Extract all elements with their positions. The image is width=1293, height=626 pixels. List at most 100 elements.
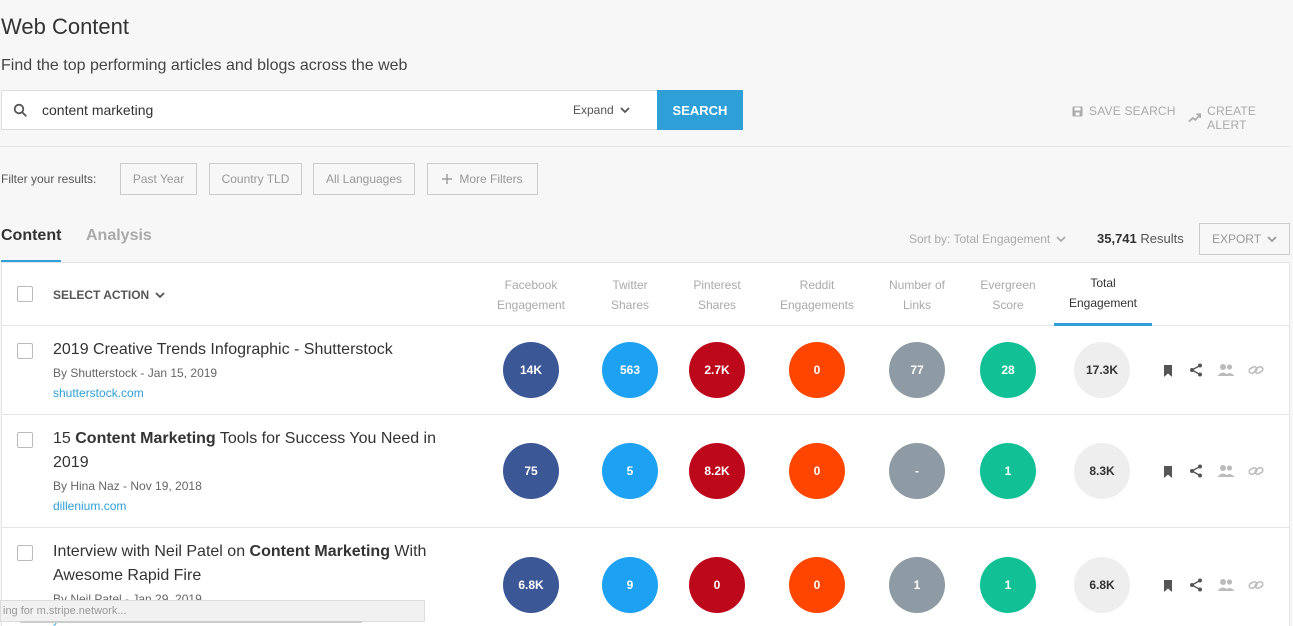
title-part: Interview with Neil Patel on <box>53 543 250 560</box>
title-keyword: Content Marketing <box>249 543 390 560</box>
share-icon[interactable] <box>1189 363 1203 377</box>
twitter-shares-value: 5 <box>602 443 658 499</box>
expand-label: Expand <box>573 103 614 117</box>
article-title-link[interactable]: 15 Content Marketing Tools for Success Y… <box>53 427 473 475</box>
chevron-down-icon <box>155 291 165 298</box>
row-checkbox[interactable] <box>17 343 33 359</box>
bookmark-icon[interactable] <box>1161 579 1175 593</box>
sort-dropdown[interactable]: Sort by: Total Engagement <box>909 232 1066 246</box>
title-part: 2019 Creative Trends Infographic - Shutt… <box>53 341 393 358</box>
number-of-links-value: - <box>889 443 945 499</box>
select-action-dropdown[interactable]: SELECT ACTION <box>53 288 165 302</box>
col-line: Twitter <box>612 278 648 292</box>
save-search-button[interactable]: SAVE SEARCH <box>1072 104 1176 118</box>
plus-icon <box>442 174 453 184</box>
col-line: Engagement <box>1068 296 1138 310</box>
col-number-of-links[interactable]: Number of Links <box>867 275 967 315</box>
evergreen-score-value: 1 <box>980 443 1036 499</box>
col-line: Score <box>992 298 1024 312</box>
facebook-engagement-value: 75 <box>503 443 559 499</box>
people-icon[interactable] <box>1217 464 1235 478</box>
page-title: Web Content <box>1 14 130 39</box>
evergreen-score-value: 28 <box>980 342 1036 398</box>
col-reddit-engagements[interactable]: Reddit Engagements <box>767 275 867 315</box>
pinterest-shares-value: 8.2K <box>689 443 745 499</box>
col-pinterest-shares[interactable]: Pinterest Shares <box>667 275 767 315</box>
export-button[interactable]: EXPORT <box>1199 223 1290 255</box>
more-filters-button[interactable]: More Filters <box>427 163 538 195</box>
article-title-link[interactable]: 2019 Creative Trends Infographic - Shutt… <box>53 338 473 362</box>
tab-content[interactable]: Content <box>1 227 61 245</box>
col-evergreen-score[interactable]: Evergreen Score <box>958 275 1058 315</box>
create-alert-button[interactable]: CREATE ALERT <box>1188 104 1293 132</box>
article-meta: By Shutterstock - Jan 15, 2019 <box>53 366 218 380</box>
col-facebook-engagement[interactable]: Facebook Engagement <box>481 275 581 315</box>
reddit-engagements-value: 0 <box>789 443 845 499</box>
expand-dropdown[interactable]: Expand <box>573 103 630 117</box>
article-meta: By Hina Naz - Nov 19, 2018 <box>53 479 202 493</box>
col-line: Engagements <box>779 298 855 312</box>
col-line: Shares <box>610 298 650 312</box>
link-icon[interactable] <box>1248 464 1264 478</box>
floppy-disk-icon <box>1072 106 1083 116</box>
divider <box>0 146 1290 147</box>
twitter-shares-value: 9 <box>602 557 658 613</box>
evergreen-score-value: 1 <box>980 557 1036 613</box>
share-icon[interactable] <box>1189 464 1203 478</box>
col-twitter-shares[interactable]: Twitter Shares <box>580 275 680 315</box>
more-filters-label: More Filters <box>459 172 523 186</box>
scroll-indicator <box>20 621 362 623</box>
col-line: Pinterest <box>693 278 741 292</box>
row-checkbox[interactable] <box>17 545 33 561</box>
search-button[interactable]: SEARCH <box>657 90 743 130</box>
article-domain-link[interactable]: dillenium.com <box>53 499 126 513</box>
search-box: Expand <box>1 90 657 130</box>
select-all-checkbox[interactable] <box>17 286 33 302</box>
people-icon[interactable] <box>1217 363 1235 377</box>
article-title-link[interactable]: Interview with Neil Patel on Content Mar… <box>53 540 473 588</box>
chevron-down-icon <box>1056 235 1066 242</box>
link-icon[interactable] <box>1248 363 1264 377</box>
results-label: Results <box>1140 231 1184 246</box>
col-line: Facebook <box>504 278 558 292</box>
col-total-engagement[interactable]: Total Engagement <box>1053 273 1153 313</box>
total-engagement-value: 6.8K <box>1074 557 1130 613</box>
search-icon <box>13 103 27 117</box>
results-count: 35,741 Results <box>1097 231 1184 246</box>
article-domain-link[interactable]: shutterstock.com <box>53 386 144 400</box>
col-line: Total <box>1090 276 1116 290</box>
col-line: Number of <box>888 278 946 292</box>
row-checkbox[interactable] <box>17 432 33 448</box>
total-engagement-value: 17.3K <box>1074 342 1130 398</box>
facebook-engagement-value: 14K <box>503 342 559 398</box>
filter-label: Filter your results: <box>1 172 97 186</box>
number-of-links-value: 1 <box>889 557 945 613</box>
bookmark-icon[interactable] <box>1161 364 1175 378</box>
col-line: Evergreen <box>980 278 1036 292</box>
filter-country-tld[interactable]: Country TLD <box>209 163 302 195</box>
col-line: Engagement <box>496 298 566 312</box>
trend-up-icon <box>1188 113 1202 123</box>
share-icon[interactable] <box>1189 578 1203 592</box>
browser-status-bar: ing for m.stripe.network... <box>0 600 425 622</box>
people-icon[interactable] <box>1217 578 1235 592</box>
select-action-label: SELECT ACTION <box>53 288 150 302</box>
chevron-down-icon <box>1267 235 1277 242</box>
reddit-engagements-value: 0 <box>789 557 845 613</box>
title-keyword: Content Marketing <box>75 430 216 447</box>
chevron-down-icon <box>620 106 630 113</box>
search-input[interactable] <box>42 91 542 129</box>
filter-past-year[interactable]: Past Year <box>120 163 197 195</box>
create-alert-label: CREATE ALERT <box>1207 104 1257 132</box>
twitter-shares-value: 563 <box>602 342 658 398</box>
filter-all-languages[interactable]: All Languages <box>313 163 415 195</box>
tab-analysis[interactable]: Analysis <box>86 227 152 245</box>
results-table: SELECT ACTION Facebook Engagement Twitter… <box>1 262 1290 626</box>
sort-label: Sort by: Total Engagement <box>909 232 1051 246</box>
col-line: Reddit <box>799 278 835 292</box>
pinterest-shares-value: 0 <box>689 557 745 613</box>
link-icon[interactable] <box>1248 578 1264 592</box>
bookmark-icon[interactable] <box>1161 465 1175 479</box>
table-row: 2019 Creative Trends Infographic - Shutt… <box>2 326 1289 415</box>
number-of-links-value: 77 <box>889 342 945 398</box>
